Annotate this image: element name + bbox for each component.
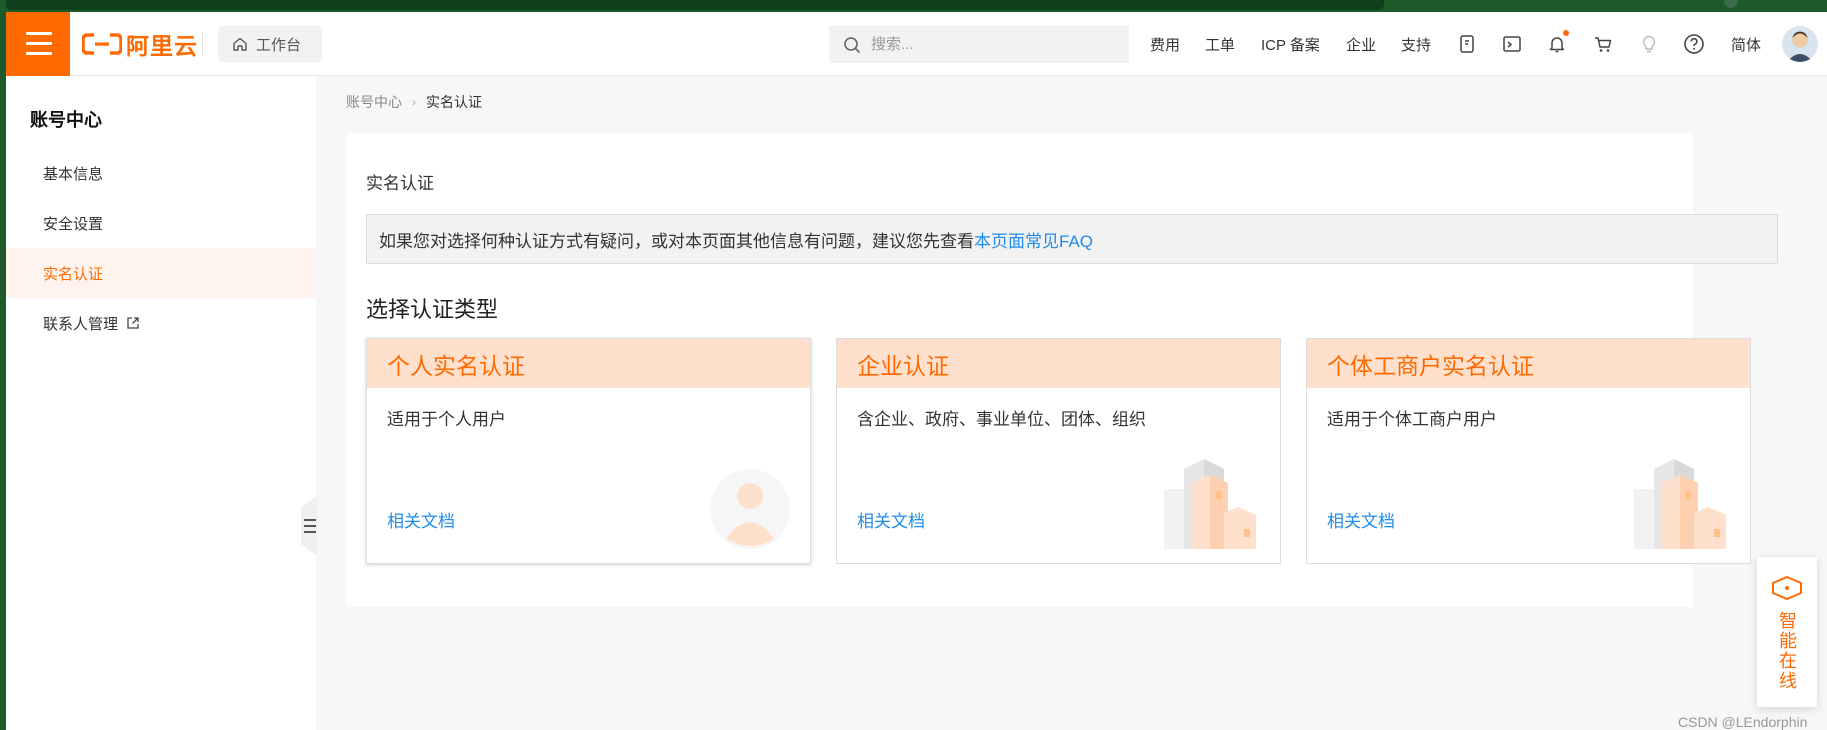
breadcrumb-account-center[interactable]: 账号中心 — [346, 92, 402, 112]
nav-link-tickets[interactable]: 工单 — [1205, 34, 1235, 55]
sidebar: 账号中心 基本信息 安全设置 实名认证 联系人管理 — [6, 76, 316, 730]
terminal-glyph — [1503, 36, 1521, 52]
sidebar-item-basic-info[interactable]: 基本信息 — [6, 148, 316, 198]
assistant-label: 智能在线 — [1777, 611, 1797, 691]
help-glyph — [1684, 34, 1704, 54]
nav-link-enterprise-wrap: 企业 — [1346, 12, 1376, 76]
workbench-label: 工作台 — [256, 36, 302, 54]
hamburger-line — [26, 42, 52, 45]
cart-icon[interactable] — [1591, 32, 1615, 56]
aliyun-logo-icon — [82, 33, 122, 55]
faq-link[interactable]: 本页面常见FAQ — [974, 227, 1093, 252]
search-input[interactable] — [871, 36, 1111, 53]
nav-link-support[interactable]: 支持 — [1401, 34, 1431, 55]
sidebar-item-contacts[interactable]: 联系人管理 — [6, 298, 316, 348]
breadcrumb: 账号中心 › 实名认证 — [346, 92, 482, 112]
window-control — [1724, 0, 1738, 8]
sidebar-item-label: 安全设置 — [43, 215, 104, 233]
collapse-handle-line — [304, 519, 316, 521]
mobile-app-glyph — [1460, 35, 1474, 53]
card-title: 个体工商户实名认证 — [1307, 339, 1750, 388]
watermark: CSDN @LEndorphin — [1678, 714, 1808, 730]
aliyun-logo[interactable]: 阿里云 — [82, 26, 198, 62]
search-icon — [844, 36, 861, 53]
related-docs-link[interactable]: 相关文档 — [1327, 507, 1395, 532]
building-illustration-icon — [1164, 459, 1256, 549]
breadcrumb-current: 实名认证 — [426, 94, 482, 110]
page-title: 实名认证 — [366, 174, 434, 193]
card-description: 适用于个人用户 — [387, 410, 506, 429]
nav-link-fees[interactable]: 费用 — [1150, 34, 1180, 55]
faq-notice: 如果您对选择何种认证方式有疑问，或对本页面其他信息有问题，建议您先查看 本页面常见… — [366, 214, 1778, 264]
external-link-icon — [127, 317, 139, 329]
building-illustration-icon — [1634, 459, 1726, 549]
workbench-button[interactable]: 工作台 — [218, 26, 322, 62]
user-avatar[interactable] — [1782, 26, 1818, 62]
cart-glyph — [1595, 37, 1612, 52]
terminal-icon[interactable] — [1500, 32, 1524, 56]
home-icon — [233, 37, 247, 51]
hamburger-line — [26, 52, 52, 55]
header-divider — [202, 32, 203, 56]
notice-text: 如果您对选择何种认证方式有疑问，或对本页面其他信息有问题，建议您先查看 — [379, 231, 974, 251]
related-docs-link[interactable]: 相关文档 — [857, 507, 925, 532]
language-switch[interactable]: 简体 — [1731, 34, 1761, 55]
nav-link-support-wrap: 支持 — [1401, 12, 1431, 76]
console-app: 阿里云 工作台 费用 工单 ICP 备案 企业 支 — [6, 12, 1827, 730]
collapse-handle-line — [304, 531, 316, 533]
main-panel: 实名认证 如果您对选择何种认证方式有疑问，或对本页面其他信息有问题，建议您先查看… — [346, 133, 1778, 607]
hamburger-line — [26, 32, 52, 35]
sidebar-item-realname[interactable]: 实名认证 — [6, 248, 316, 298]
smart-assistant-button[interactable]: 智能在线 — [1757, 557, 1817, 707]
nav-link-tickets-wrap: 工单 — [1205, 12, 1235, 76]
card-description: 含企业、政府、事业单位、团体、组织 — [857, 410, 1146, 429]
avatar-image — [1782, 26, 1818, 62]
search-box[interactable] — [829, 26, 1129, 63]
individual-business-verification-card[interactable]: 个体工商户实名认证 适用于个体工商户用户 相关文档 — [1306, 338, 1751, 564]
nav-link-icp-wrap: ICP 备案 — [1261, 12, 1320, 76]
nav-link-enterprise[interactable]: 企业 — [1346, 34, 1376, 55]
language-switch-wrap: 简体 — [1731, 12, 1761, 76]
person-illustration-icon — [710, 469, 790, 549]
enterprise-verification-card[interactable]: 企业认证 含企业、政府、事业单位、团体、组织 相关文档 — [836, 338, 1281, 564]
collapse-handle-line — [304, 525, 316, 527]
personal-verification-card[interactable]: 个人实名认证 适用于个人用户 相关文档 — [366, 338, 811, 564]
assistant-icon — [1772, 575, 1802, 601]
lightbulb-icon[interactable] — [1637, 32, 1661, 56]
window-top-strip — [0, 0, 1827, 12]
logo-text: 阿里云 — [126, 33, 198, 59]
sidebar-item-label: 实名认证 — [43, 265, 104, 283]
chevron-right-icon: › — [412, 95, 416, 109]
related-docs-link[interactable]: 相关文档 — [387, 507, 455, 532]
window-tab-strip — [6, 0, 1384, 10]
card-title: 个人实名认证 — [367, 339, 810, 388]
lightbulb-glyph — [1642, 35, 1656, 53]
bell-icon[interactable] — [1545, 30, 1569, 56]
card-description: 适用于个体工商户用户 — [1327, 410, 1497, 429]
mobile-app-icon[interactable] — [1455, 32, 1479, 56]
bell-glyph — [1549, 37, 1565, 53]
section-title: 选择认证类型 — [366, 297, 499, 322]
notification-dot — [1563, 30, 1569, 36]
top-header: 阿里云 工作台 费用 工单 ICP 备案 企业 支 — [6, 12, 1827, 76]
sidebar-title: 账号中心 — [30, 110, 102, 130]
sidebar-item-label: 基本信息 — [43, 165, 104, 183]
card-title: 企业认证 — [837, 339, 1280, 388]
nav-link-fees-wrap: 费用 — [1150, 12, 1180, 76]
hamburger-menu-button[interactable] — [6, 12, 70, 76]
nav-link-icp[interactable]: ICP 备案 — [1261, 34, 1320, 55]
help-icon[interactable] — [1682, 32, 1706, 56]
sidebar-item-label: 联系人管理 — [43, 315, 119, 333]
sidebar-item-security[interactable]: 安全设置 — [6, 198, 316, 248]
